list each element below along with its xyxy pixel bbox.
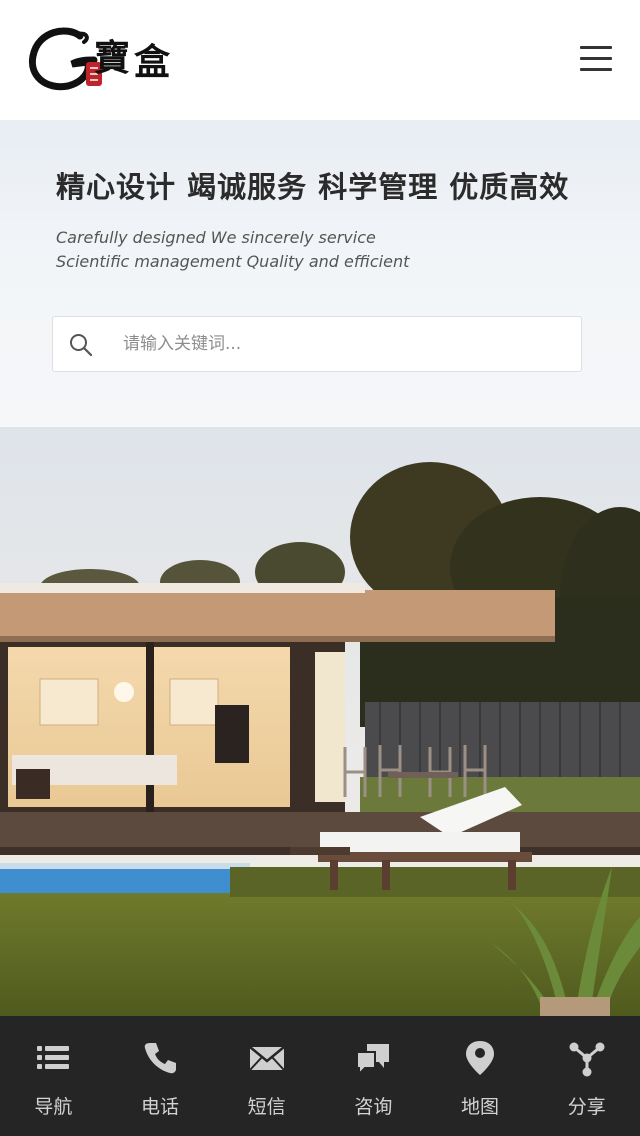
search-input[interactable] xyxy=(123,317,563,371)
nav-label: 咨询 xyxy=(354,1096,393,1118)
logo-graphic: 寶 盒 xyxy=(28,27,171,91)
site-logo[interactable]: 寶 盒 xyxy=(28,24,178,94)
svg-text:寶: 寶 xyxy=(94,37,130,79)
search-icon[interactable] xyxy=(69,333,93,357)
nav-label: 地图 xyxy=(461,1096,500,1118)
phone-icon xyxy=(144,1043,176,1074)
nav-item-phone[interactable]: 电话 xyxy=(107,1016,214,1136)
page: 寶 盒 精心设计 竭诚服务 科学管理 优质高效 Carefully design… xyxy=(0,0,640,1136)
hero-title: 精心设计 竭诚服务 科学管理 优质高效 xyxy=(56,170,570,204)
map-pin-icon xyxy=(466,1041,495,1075)
hero-subtitle-line2: Scientific management Quality and effici… xyxy=(56,252,410,271)
nav-label: 电话 xyxy=(141,1096,180,1118)
header: 寶 盒 xyxy=(0,0,640,120)
list-icon xyxy=(37,1046,70,1069)
house-photo xyxy=(0,427,640,1016)
share-icon xyxy=(569,1042,605,1077)
nav-label: 短信 xyxy=(247,1096,286,1118)
envelope-icon xyxy=(248,1046,285,1071)
nav-item-sms[interactable]: 短信 xyxy=(213,1016,320,1136)
nav-item-share[interactable]: 分享 xyxy=(533,1016,640,1136)
nav-item-guide[interactable]: 导航 xyxy=(0,1016,107,1136)
banner-image xyxy=(0,427,640,1016)
svg-text:盒: 盒 xyxy=(134,41,171,83)
hero-section: 精心设计 竭诚服务 科学管理 优质高效 Carefully designed W… xyxy=(0,120,640,427)
hero-subtitle-line1: Carefully designed We sincerely service xyxy=(56,228,376,247)
hamburger-menu-icon[interactable] xyxy=(576,42,616,76)
chat-icon xyxy=(356,1044,390,1077)
nav-item-consult[interactable]: 咨询 xyxy=(320,1016,427,1136)
nav-item-map[interactable]: 地图 xyxy=(427,1016,534,1136)
nav-label: 导航 xyxy=(34,1096,73,1118)
nav-label: 分享 xyxy=(567,1096,606,1118)
search-box xyxy=(52,316,582,372)
bottom-nav: 导航 电话 短信 咨询 地图 分享 xyxy=(0,1016,640,1136)
